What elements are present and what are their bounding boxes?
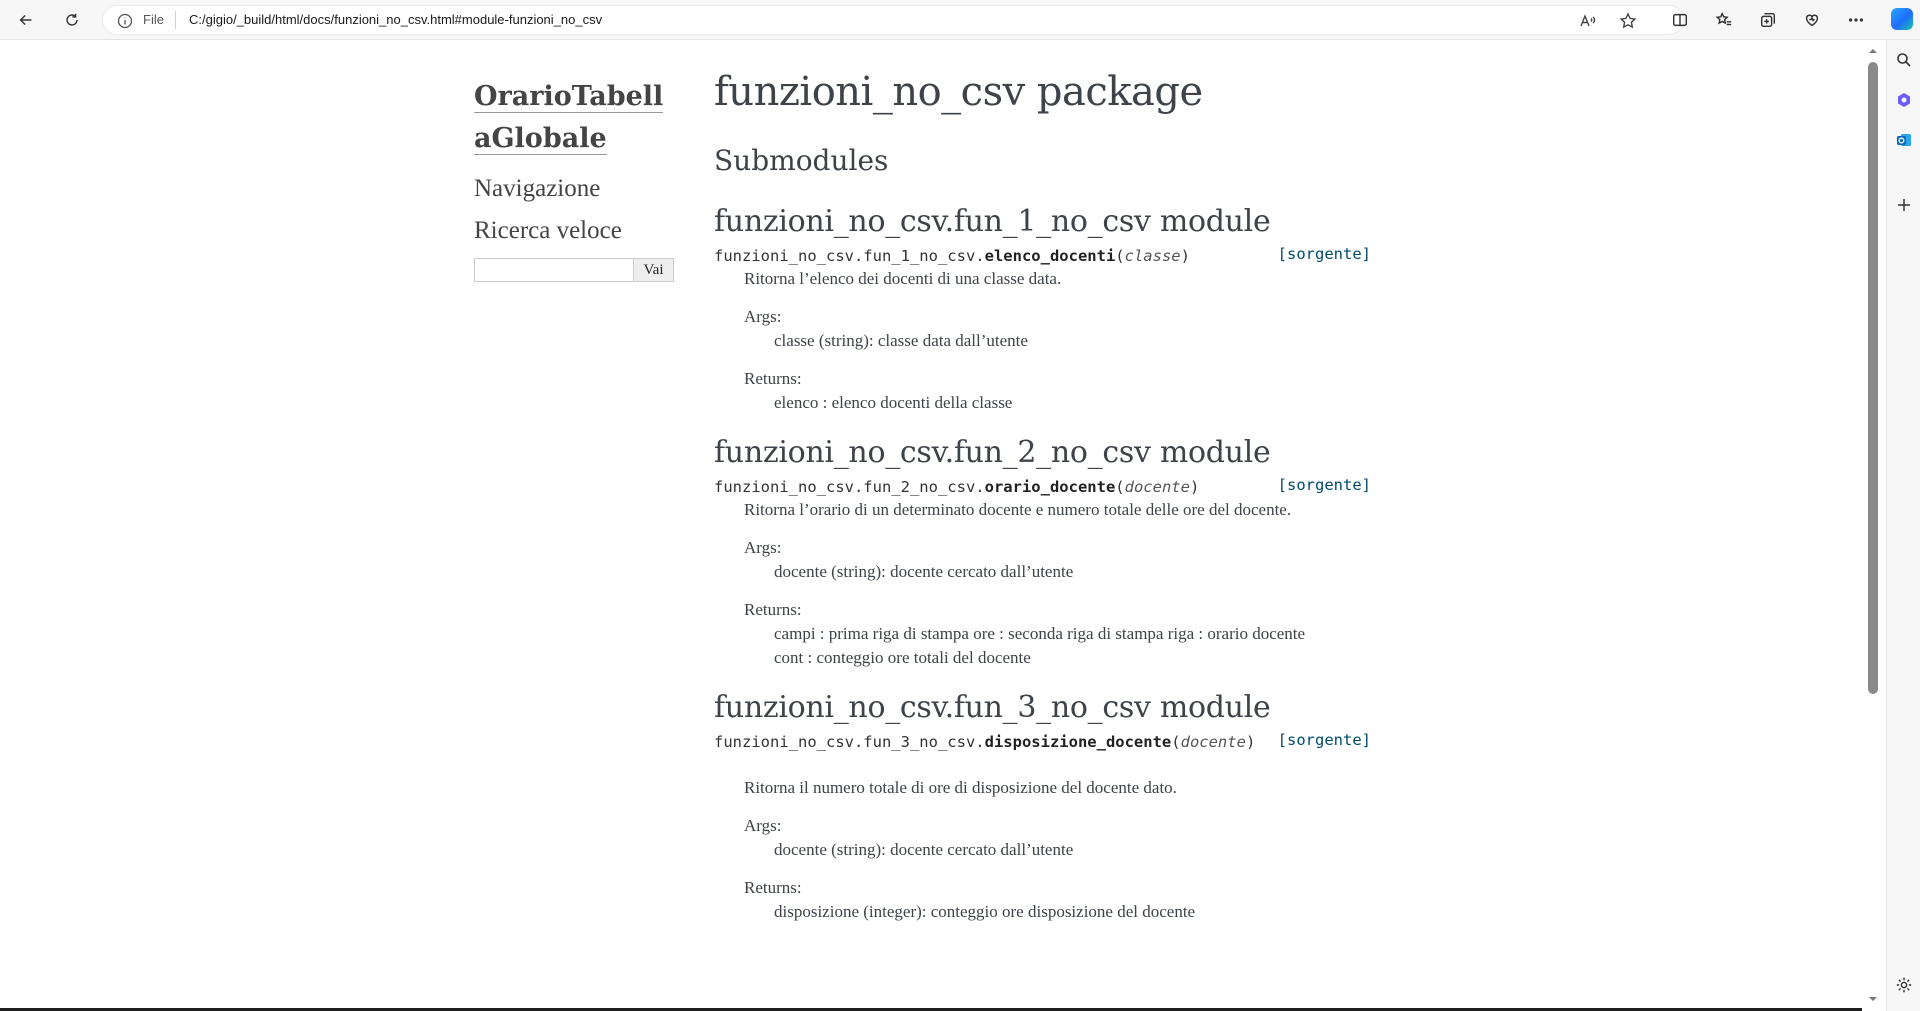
favorites-icon[interactable] — [1710, 6, 1738, 34]
scroll-down-arrow-icon[interactable] — [1868, 994, 1878, 1004]
args-label: Args: — [744, 307, 782, 326]
source-link[interactable]: [sorgente] — [1278, 243, 1371, 265]
description-text: Ritorna l’orario di un determinato docen… — [744, 500, 1292, 519]
favorite-star-icon[interactable] — [1619, 12, 1637, 30]
return-line: elenco : elenco docenti della classe — [774, 393, 1013, 412]
function-signature: funzioni_no_csv.fun_3_no_csv.disposizion… — [714, 729, 1371, 751]
return-line: disposizione (integer): conteggio ore di… — [774, 902, 1196, 921]
description-text: Ritorna l’elenco dei docenti di una clas… — [744, 269, 1062, 288]
logo-line-1[interactable]: OrarioTabell — [474, 81, 664, 113]
logo-line-2[interactable]: aGlobale — [474, 123, 607, 155]
function-param: classe — [1124, 247, 1181, 265]
signature-prefix: funzioni_no_csv.fun_3_no_csv. — [714, 733, 985, 751]
outlook-icon[interactable] — [1894, 130, 1914, 150]
signature-prefix: funzioni_no_csv.fun_2_no_csv. — [714, 478, 985, 496]
quick-search-form: Vai — [474, 258, 674, 282]
docs-body: funzioni_no_csv package Submodules funzi… — [714, 66, 1376, 924]
navigation-heading: Navigazione — [474, 175, 601, 202]
returns-label: Returns: — [744, 878, 802, 897]
add-icon[interactable] — [1894, 195, 1914, 215]
split-screen-icon[interactable] — [1666, 6, 1694, 34]
function-name: orario_docente — [984, 478, 1116, 496]
project-logo-link[interactable]: OrarioTabell aGlobale — [474, 76, 674, 160]
submodules-heading: Submodules — [714, 144, 889, 177]
function-description: Ritorna il numero totale di ore di dispo… — [744, 776, 1376, 924]
source-link[interactable]: [sorgente] — [1278, 474, 1371, 496]
module-heading: funzioni_no_csv.fun_1_no_csv module — [714, 204, 1271, 239]
function-signature: funzioni_no_csv.fun_1_no_csv.elenco_doce… — [714, 243, 1371, 265]
address-url[interactable]: C:/gigio/_build/html/docs/funzioni_no_cs… — [189, 12, 602, 27]
search-submit-button[interactable]: Vai — [634, 258, 674, 282]
scroll-up-arrow-icon[interactable] — [1868, 46, 1878, 56]
signature-prefix: funzioni_no_csv.fun_1_no_csv. — [714, 247, 985, 265]
returns-label: Returns: — [744, 369, 802, 388]
search-icon[interactable] — [1894, 50, 1914, 70]
function-description: Ritorna l’orario di un determinato docen… — [744, 498, 1376, 670]
scrollbar-thumb[interactable] — [1868, 62, 1878, 694]
read-aloud-icon[interactable] — [1579, 12, 1597, 30]
return-line: campi : prima riga di stampa ore : secon… — [774, 624, 1306, 643]
function-name: disposizione_docente — [984, 733, 1172, 751]
arg-line: docente (string): docente cercato dall’u… — [774, 562, 1074, 581]
args-label: Args: — [744, 816, 782, 835]
module-heading: funzioni_no_csv.fun_3_no_csv module — [714, 690, 1271, 725]
args-label: Args: — [744, 538, 782, 557]
address-scheme: File — [143, 12, 164, 27]
page-scrollbar[interactable] — [1862, 40, 1884, 1011]
collections-icon[interactable] — [1754, 6, 1782, 34]
docs-sidebar: OrarioTabell aGlobale Navigazione Ricerc… — [474, 76, 674, 282]
function-description: Ritorna l’elenco dei docenti di una clas… — [744, 267, 1376, 415]
more-menu-icon[interactable] — [1842, 6, 1870, 34]
function-param: docente — [1124, 478, 1190, 496]
arg-line: docente (string): docente cercato dall’u… — [774, 840, 1074, 859]
arg-line: classe (string): classe data dall’utente — [774, 331, 1028, 350]
back-arrow-icon[interactable] — [12, 6, 40, 34]
page-title: funzioni_no_csv package — [714, 69, 1203, 115]
function-name: elenco_docenti — [984, 247, 1116, 265]
returns-label: Returns: — [744, 600, 802, 619]
settings-gear-icon[interactable] — [1894, 975, 1914, 995]
function-signature: funzioni_no_csv.fun_2_no_csv.orario_doce… — [714, 474, 1371, 496]
info-icon[interactable] — [117, 13, 133, 29]
browser-essentials-icon[interactable] — [1798, 6, 1826, 34]
description-text: Ritorna il numero totale di ore di dispo… — [744, 778, 1177, 797]
copilot-sidebar-icon[interactable] — [1894, 90, 1914, 110]
address-bar[interactable]: File C:/gigio/_build/html/docs/funzioni_… — [102, 5, 1684, 35]
address-separator — [175, 11, 176, 29]
refresh-icon[interactable] — [58, 6, 86, 34]
quick-search-heading: Ricerca veloce — [474, 217, 622, 244]
return-line: cont : conteggio ore totali del docente — [774, 648, 1031, 667]
copilot-icon[interactable] — [1891, 8, 1913, 30]
source-link[interactable]: [sorgente] — [1278, 729, 1371, 751]
module-heading: funzioni_no_csv.fun_2_no_csv module — [714, 435, 1271, 470]
browser-toolbar: File C:/gigio/_build/html/docs/funzioni_… — [0, 0, 1920, 40]
edge-sidebar — [1886, 40, 1920, 1011]
function-param: docente — [1180, 733, 1246, 751]
search-input[interactable] — [474, 258, 634, 282]
